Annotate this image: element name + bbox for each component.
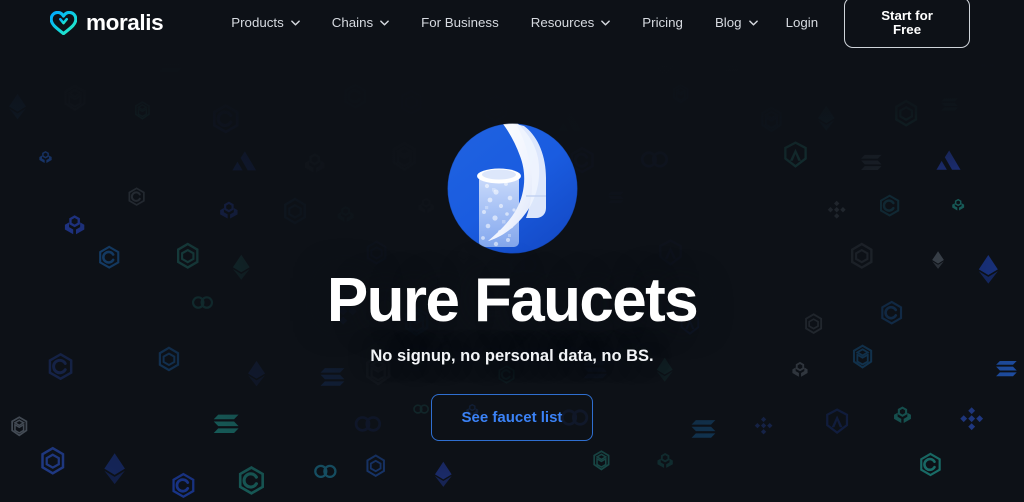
nav-item-products[interactable]: Products [215, 9, 315, 36]
page-title: Pure Faucets [326, 266, 699, 335]
nav-item-blog[interactable]: Blog [699, 9, 774, 36]
see-faucet-list-button[interactable]: See faucet list [430, 394, 594, 442]
nav-item-label: Chains [331, 15, 374, 30]
nav-item-for-business[interactable]: For Business [405, 9, 515, 36]
pure-faucets-blue-circle-faucet-icon [446, 123, 578, 254]
nav-item-chains[interactable]: Chains [316, 9, 405, 36]
nav-item-label: Blog [714, 15, 742, 30]
start-for-free-button[interactable]: Start for Free [844, 0, 970, 48]
nav-links: Products Chains For Business Resources P… [215, 9, 773, 36]
nav-item-label: Products [231, 15, 284, 30]
page-root: moralis Products Chains For Business Res… [0, 0, 1024, 502]
chevron-down-icon [380, 19, 389, 26]
moralis-heart-logo-icon [50, 10, 77, 35]
nav-right-actions: Login Start for Free [774, 0, 970, 48]
brand-name: moralis [86, 9, 164, 35]
chevron-down-icon [290, 19, 300, 26]
hero-section: Pure Faucets No signup, no personal data… [0, 0, 1024, 502]
top-navigation-bar: moralis Products Chains For Business Res… [0, 0, 1024, 48]
brand-logo[interactable]: moralis [50, 9, 164, 36]
chevron-down-icon [601, 19, 611, 26]
chevron-down-icon [748, 19, 758, 26]
nav-item-label: Pricing [642, 15, 683, 30]
login-link[interactable]: Login [774, 9, 831, 36]
nav-item-resources[interactable]: Resources [515, 9, 627, 36]
nav-item-label: For Business [421, 15, 499, 30]
nav-item-pricing[interactable]: Pricing [626, 9, 699, 36]
hero-subtitle: No signup, no personal data, no BS. [370, 347, 654, 366]
nav-item-label: Resources [530, 15, 595, 30]
